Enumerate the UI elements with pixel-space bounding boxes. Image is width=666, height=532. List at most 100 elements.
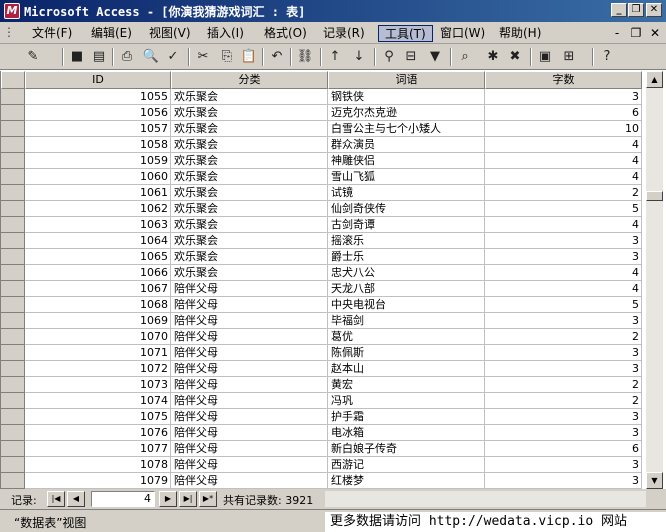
row-selector[interactable] [1,425,25,441]
cell-word[interactable]: 爵士乐 [328,249,485,265]
cell-category[interactable]: 陪伴父母 [171,377,328,393]
table-row[interactable]: 1063 欢乐聚会 古剑奇谭 4 [1,217,646,233]
cell-id[interactable]: 1075 [25,409,171,425]
table-row[interactable]: 1067 陪伴父母 天龙八部 4 [1,281,646,297]
table-row[interactable]: 1068 陪伴父母 中央电视台 5 [1,297,646,313]
menu-item-7[interactable]: 窗口(W) [434,25,491,42]
cell-id[interactable]: 1057 [25,121,171,137]
cell-word[interactable]: 雪山飞狐 [328,169,485,185]
cut-icon[interactable]: ✂ [194,48,212,66]
copy-icon[interactable]: ⎘ [218,48,236,66]
cell-id[interactable]: 1072 [25,361,171,377]
cell-length[interactable]: 3 [485,409,642,425]
cell-id[interactable]: 1059 [25,153,171,169]
cell-word[interactable]: 冯巩 [328,393,485,409]
cell-category[interactable]: 欢乐聚会 [171,265,328,281]
cell-word[interactable]: 黄宏 [328,377,485,393]
help-icon[interactable]: ? [598,48,616,66]
table-row[interactable]: 1065 欢乐聚会 爵士乐 3 [1,249,646,265]
cell-length[interactable]: 5 [485,297,642,313]
cell-category[interactable]: 欢乐聚会 [171,121,328,137]
table-row[interactable]: 1073 陪伴父母 黄宏 2 [1,377,646,393]
cell-category[interactable]: 陪伴父母 [171,297,328,313]
current-record-input[interactable]: 4 [91,491,155,507]
cell-id[interactable]: 1067 [25,281,171,297]
vertical-scrollbar[interactable]: ▲ ▼ [646,71,663,489]
last-record-button[interactable]: ▶| [179,491,197,507]
cell-id[interactable]: 1055 [25,89,171,105]
cell-word[interactable]: 白雪公主与七个小矮人 [328,121,485,137]
cell-word[interactable]: 赵本山 [328,361,485,377]
cell-length[interactable]: 10 [485,121,642,137]
cell-id[interactable]: 1065 [25,249,171,265]
cell-word[interactable]: 神雕侠侣 [328,153,485,169]
find-icon[interactable]: ⌕ [456,48,474,66]
row-selector[interactable] [1,345,25,361]
cell-length[interactable]: 3 [485,457,642,473]
table-row[interactable]: 1062 欢乐聚会 仙剑奇侠传 5 [1,201,646,217]
column-header-category[interactable]: 分类 [171,71,328,89]
cell-id[interactable]: 1078 [25,457,171,473]
row-selector[interactable] [1,249,25,265]
cell-word[interactable]: 忠犬八公 [328,265,485,281]
cell-length[interactable]: 2 [485,393,642,409]
cell-word[interactable]: 迈克尔杰克逊 [328,105,485,121]
print-icon[interactable]: ⎙ [118,48,136,66]
menu-item-6[interactable]: 工具(T) [378,25,433,42]
paste-icon[interactable]: 📋 [240,48,258,66]
cell-id[interactable]: 1079 [25,473,171,489]
cell-length[interactable]: 4 [485,169,642,185]
cell-length[interactable]: 6 [485,441,642,457]
row-selector[interactable] [1,297,25,313]
cell-word[interactable]: 古剑奇谭 [328,217,485,233]
cell-length[interactable]: 3 [485,233,642,249]
table-row[interactable]: 1060 欢乐聚会 雪山飞狐 4 [1,169,646,185]
filter-by-selection-icon[interactable]: ⚲ [380,48,398,66]
row-selector[interactable] [1,137,25,153]
row-selector[interactable] [1,393,25,409]
cell-category[interactable]: 陪伴父母 [171,441,328,457]
column-header-word[interactable]: 词语 [328,71,485,89]
cell-length[interactable]: 3 [485,249,642,265]
previous-record-button[interactable]: ◀ [67,491,85,507]
row-selector[interactable] [1,329,25,345]
cell-word[interactable]: 西游记 [328,457,485,473]
cell-id[interactable]: 1063 [25,217,171,233]
row-selector[interactable] [1,201,25,217]
scroll-up-button[interactable]: ▲ [646,71,663,88]
minimize-button[interactable]: _ [611,3,627,17]
cell-length[interactable]: 4 [485,281,642,297]
cell-word[interactable]: 试镜 [328,185,485,201]
table-row[interactable]: 1074 陪伴父母 冯巩 2 [1,393,646,409]
cell-length[interactable]: 4 [485,137,642,153]
cell-length[interactable]: 2 [485,377,642,393]
cell-id[interactable]: 1071 [25,345,171,361]
menu-item-1[interactable]: 编辑(E) [85,25,138,42]
cell-category[interactable]: 欢乐聚会 [171,137,328,153]
menu-item-4[interactable]: 格式(O) [258,25,313,42]
close-button[interactable]: ✕ [646,3,662,17]
cell-id[interactable]: 1069 [25,313,171,329]
row-selector[interactable] [1,377,25,393]
row-selector[interactable] [1,217,25,233]
cell-category[interactable]: 陪伴父母 [171,345,328,361]
table-row[interactable]: 1075 陪伴父母 护手霜 3 [1,409,646,425]
hyperlink-icon[interactable]: ⛓ [296,48,314,66]
cell-id[interactable]: 1066 [25,265,171,281]
table-row[interactable]: 1076 陪伴父母 电冰箱 3 [1,425,646,441]
cell-length[interactable]: 5 [485,201,642,217]
cell-length[interactable]: 3 [485,361,642,377]
cell-word[interactable]: 群众演员 [328,137,485,153]
table-row[interactable]: 1058 欢乐聚会 群众演员 4 [1,137,646,153]
table-row[interactable]: 1057 欢乐聚会 白雪公主与七个小矮人 10 [1,121,646,137]
cell-word[interactable]: 仙剑奇侠传 [328,201,485,217]
row-selector[interactable] [1,281,25,297]
table-row[interactable]: 1055 欢乐聚会 钢铁侠 3 [1,89,646,105]
row-selector[interactable] [1,409,25,425]
cell-word[interactable]: 摇滚乐 [328,233,485,249]
doc-close-button[interactable]: ✕ [648,26,662,40]
cell-id[interactable]: 1077 [25,441,171,457]
table-row[interactable]: 1069 陪伴父母 毕福剑 3 [1,313,646,329]
spelling-icon[interactable]: ✓ [164,48,182,66]
select-all-corner[interactable] [1,71,25,89]
